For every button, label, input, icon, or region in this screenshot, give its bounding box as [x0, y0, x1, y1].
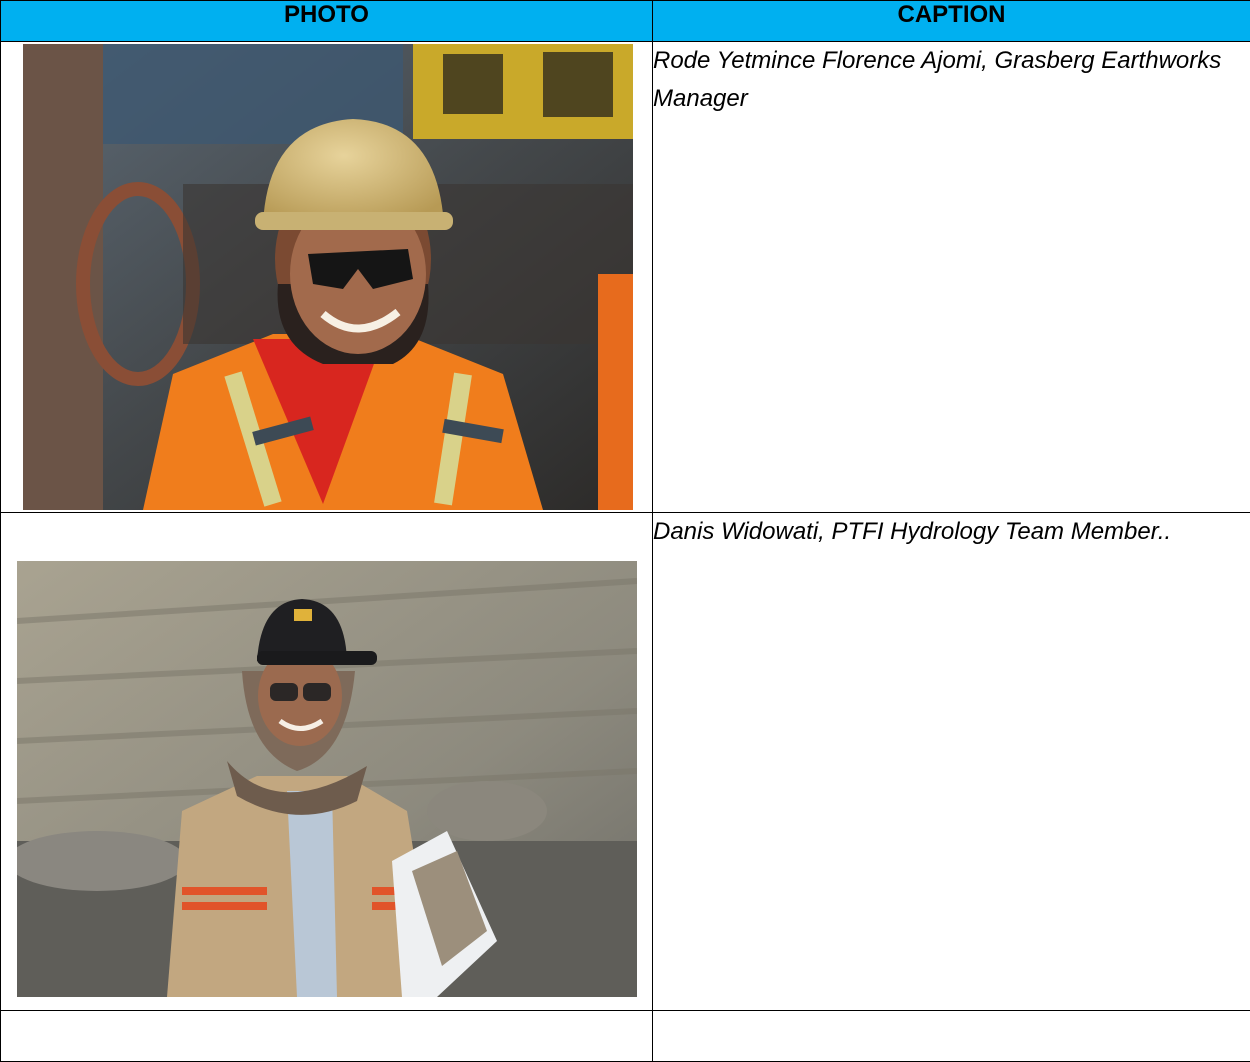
table-row: Rode Yetmince Florence Ajomi, Grasberg E… — [1, 42, 1250, 513]
photo-cell — [1, 513, 653, 1011]
header-photo: PHOTO — [1, 1, 653, 42]
caption-text: Rode Yetmince Florence Ajomi, Grasberg E… — [653, 42, 1250, 119]
header-row: PHOTO CAPTION — [1, 1, 1250, 42]
photo-worker-orange-jacket — [23, 44, 633, 510]
caption-cell: Danis Widowati, PTFI Hydrology Team Memb… — [653, 513, 1250, 1011]
photo-worker-hydrology — [17, 561, 637, 997]
header-caption: CAPTION — [653, 1, 1250, 42]
photo-caption-table: PHOTO CAPTION — [0, 0, 1250, 1062]
caption-cell-empty — [653, 1011, 1250, 1062]
photo-cell — [1, 42, 653, 513]
table-row: Danis Widowati, PTFI Hydrology Team Memb… — [1, 513, 1250, 1011]
caption-cell: Rode Yetmince Florence Ajomi, Grasberg E… — [653, 42, 1250, 513]
caption-text: Danis Widowati, PTFI Hydrology Team Memb… — [653, 513, 1250, 551]
table-row — [1, 1011, 1250, 1062]
photo-cell-empty — [1, 1011, 653, 1062]
